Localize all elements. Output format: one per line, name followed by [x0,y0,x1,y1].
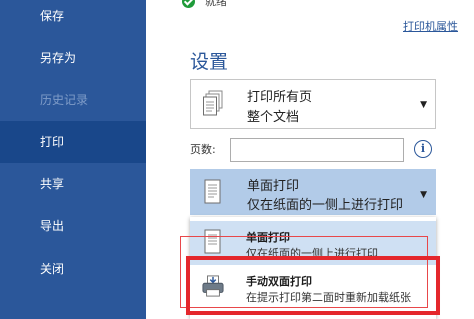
print-scope-subtitle: 整个文档 [247,110,300,125]
printer-status: 就绪 [182,0,227,8]
print-sides-title: 单面打印 [247,179,300,194]
pages-input[interactable] [230,138,404,162]
nav-item-share[interactable]: 共享 [0,163,146,205]
single-page-icon [204,179,221,204]
settings-heading: 设置 [190,51,229,73]
printer-properties-link[interactable]: 打印机属性 [403,18,458,34]
check-circle-icon [182,0,195,8]
nav-item-save[interactable]: 保存 [0,0,146,37]
nav-item-history: 历史记录 [40,93,89,107]
nav-item-print[interactable]: 打印 [0,121,146,163]
pages-stack-icon [203,90,223,116]
print-sides-subtitle: 仅在纸面的一侧上进行打印 [247,198,404,213]
printer-status-text: 就绪 [205,0,227,8]
backstage-nav: 保存 另存为 历史记录 打印 共享 导出 关闭 [0,0,146,319]
nav-item-export[interactable]: 导出 [0,205,146,247]
annotation-box-highlight [186,256,440,315]
print-sides-dropdown[interactable]: 单面打印 仅在纸面的一侧上进行打印 ▼ [190,169,436,215]
nav-item-close[interactable]: 关闭 [0,248,146,290]
print-scope-dropdown[interactable]: 打印所有页 整个文档 ▼ [190,79,436,129]
print-scope-title: 打印所有页 [247,90,313,105]
dropdown-arrow-icon: ▼ [420,100,427,110]
nav-item-save-as[interactable]: 另存为 [0,37,146,79]
pages-label: 页数: [190,143,216,156]
info-icon[interactable]: i [414,140,432,158]
dropdown-arrow-icon: ▼ [420,190,427,200]
